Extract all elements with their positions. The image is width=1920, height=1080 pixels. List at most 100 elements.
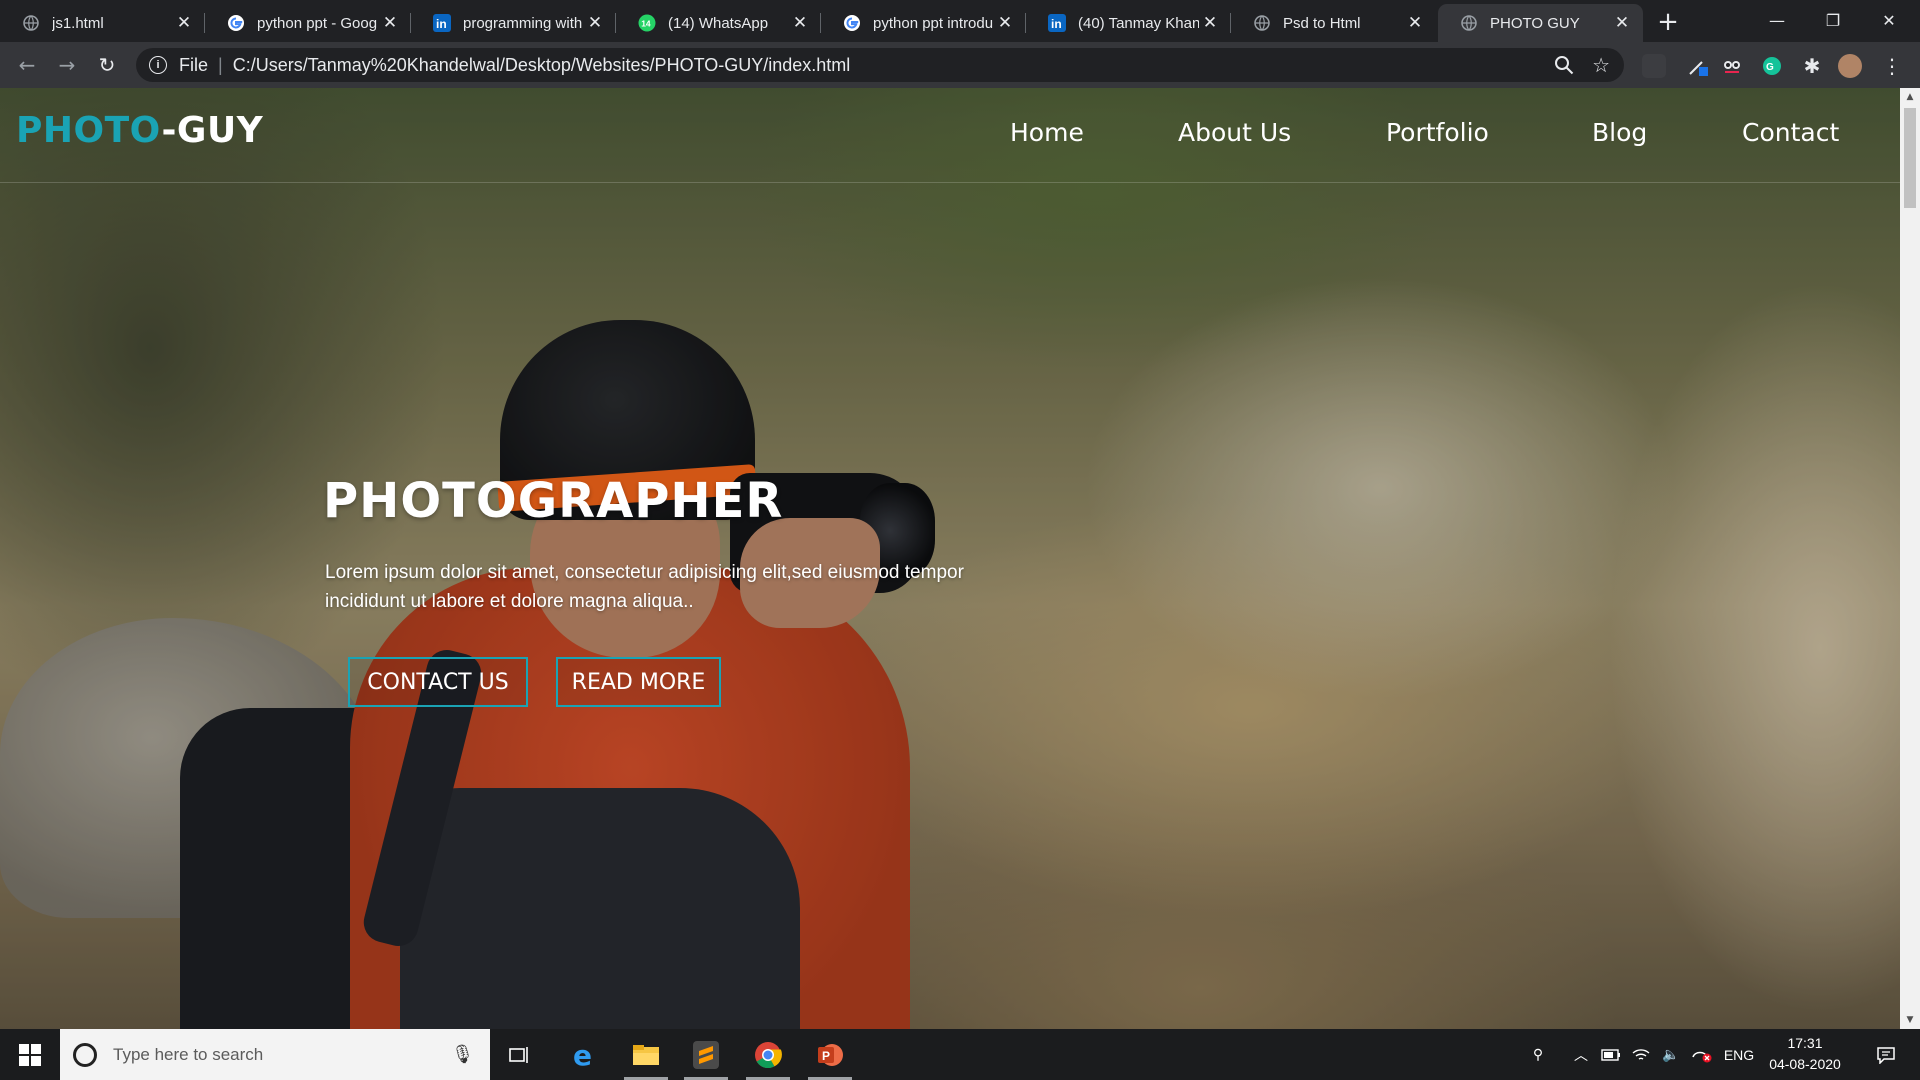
tab-python-ppt-google[interactable]: python ppt - Goog ✕ [205, 4, 411, 42]
forward-arrow-icon[interactable]: → [52, 50, 82, 80]
globe-icon [22, 14, 40, 32]
close-window-button[interactable]: ✕ [1862, 0, 1916, 40]
edge-browser-icon[interactable]: e [556, 1029, 612, 1080]
contact-us-button[interactable]: CONTACT US [348, 657, 528, 707]
back-arrow-icon[interactable]: ← [12, 50, 42, 80]
people-icon[interactable]: ⚲ [1522, 1029, 1554, 1080]
reload-icon[interactable]: ↻ [92, 50, 122, 80]
scroll-up-arrow-icon[interactable]: ▲ [1900, 88, 1920, 106]
scrollbar-thumb[interactable] [1904, 108, 1916, 208]
wifi-icon[interactable] [1628, 1029, 1654, 1080]
new-tab-button[interactable]: + [1654, 7, 1682, 37]
owl-extension-icon[interactable] [1720, 54, 1744, 78]
hero-title: PHOTOGRAPHER [323, 473, 784, 529]
windows-taskbar: Type here to search 🎙 e P ⚲ ︿ 🔈 ENG 17:3… [0, 1029, 1920, 1080]
taskbar-search-placeholder: Type here to search [113, 1044, 264, 1064]
tab-whatsapp[interactable]: 14 (14) WhatsApp ✕ [616, 4, 821, 42]
microphone-icon[interactable]: 🎙 [451, 1044, 474, 1065]
menu-kebab-icon[interactable]: ⋮ [1880, 54, 1904, 78]
task-view-icon[interactable] [492, 1029, 548, 1080]
tab-python-ppt-intro[interactable]: python ppt introdu ✕ [821, 4, 1026, 42]
svg-text:14: 14 [641, 19, 651, 29]
tab-title: python ppt - Goog [257, 14, 378, 32]
logo-part-photo: PHOTO [16, 110, 162, 151]
site-logo[interactable]: PHOTO-GUY [16, 110, 263, 151]
pen-extension-icon[interactable] [1686, 54, 1710, 78]
powerpoint-icon[interactable]: P [802, 1029, 858, 1080]
taskbar-search-box[interactable]: Type here to search 🎙 [60, 1029, 490, 1080]
close-tab-icon[interactable]: ✕ [379, 12, 401, 34]
read-more-button[interactable]: READ MORE [556, 657, 721, 707]
tab-psd-to-html[interactable]: Psd to Html ✕ [1231, 4, 1436, 42]
close-tab-icon[interactable]: ✕ [1611, 12, 1633, 34]
nav-contact[interactable]: Contact [1742, 118, 1839, 147]
svg-text:in: in [436, 17, 447, 31]
address-bar[interactable]: i File | C:/Users/Tanmay%20Khandelwal/De… [136, 48, 1624, 82]
close-tab-icon[interactable]: ✕ [789, 12, 811, 34]
clock-date: 04-08-2020 [1769, 1056, 1841, 1072]
profile-avatar[interactable] [1838, 54, 1862, 78]
sublime-text-icon[interactable] [678, 1029, 734, 1080]
tab-title: Psd to Html [1283, 14, 1361, 32]
close-tab-icon[interactable]: ✕ [994, 12, 1016, 34]
nav-blog[interactable]: Blog [1592, 118, 1647, 147]
browser-tab-strip: js1.html ✕ python ppt - Goog ✕ in progra… [0, 0, 1920, 42]
browser-toolbar: ← → ↻ i File | C:/Users/Tanmay%20Khandel… [0, 42, 1920, 88]
action-center-icon[interactable] [1866, 1029, 1906, 1080]
svg-text:G: G [1766, 62, 1774, 73]
grammar-extension-icon[interactable]: G [1760, 54, 1784, 78]
windows-start-icon[interactable] [0, 1029, 60, 1080]
tab-title: PHOTO GUY [1490, 14, 1580, 32]
hero-description: Lorem ipsum dolor sit amet, consectetur … [325, 562, 964, 612]
close-tab-icon[interactable]: ✕ [1404, 12, 1426, 34]
close-tab-icon[interactable]: ✕ [173, 12, 195, 34]
chrome-icon[interactable] [740, 1029, 796, 1080]
globe-icon [1253, 14, 1271, 32]
site-info-icon[interactable]: i [149, 56, 167, 74]
puzzle-extensions-icon[interactable]: ✱ [1800, 54, 1824, 78]
page-viewport: PHOTO-GUY Home About Us Portfolio Blog C… [0, 88, 1900, 1029]
nav-about-us[interactable]: About Us [1178, 118, 1291, 147]
file-explorer-icon[interactable] [618, 1029, 674, 1080]
whatsapp-icon: 14 [638, 14, 656, 32]
logo-part-guy: -GUY [161, 110, 264, 151]
volume-icon[interactable]: 🔈 [1658, 1029, 1684, 1080]
tab-title: (40) Tanmay Khand [1078, 14, 1199, 32]
tab-programming-with[interactable]: in programming with ✕ [411, 4, 616, 42]
battery-icon[interactable] [1598, 1029, 1624, 1080]
globe-icon [1460, 14, 1478, 32]
google-icon [843, 14, 861, 32]
input-language[interactable]: ENG [1720, 1029, 1758, 1080]
linkedin-icon: in [1048, 14, 1066, 32]
restore-button[interactable]: ❐ [1806, 0, 1860, 40]
tab-title: (14) WhatsApp [668, 14, 769, 32]
close-tab-icon[interactable]: ✕ [584, 12, 606, 34]
url-text[interactable]: C:/Users/Tanmay%20Khandelwal/Desktop/Web… [233, 55, 851, 76]
extension-dark-icon[interactable] [1642, 54, 1666, 78]
url-scheme-label: File [179, 54, 209, 75]
linkedin-icon: in [433, 14, 451, 32]
tab-title: js1.html [52, 14, 104, 32]
nav-home[interactable]: Home [1010, 118, 1084, 147]
close-tab-icon[interactable]: ✕ [1199, 12, 1221, 34]
tray-chevron-up-icon[interactable]: ︿ [1568, 1029, 1594, 1080]
svg-text:P: P [822, 1049, 830, 1063]
url-divider: | [218, 54, 223, 75]
tab-title: programming with [463, 14, 583, 32]
google-icon [227, 14, 245, 32]
nav-portfolio[interactable]: Portfolio [1386, 118, 1489, 147]
bookmark-star-icon[interactable]: ☆ [1592, 53, 1610, 78]
system-clock[interactable]: 17:31 04-08-2020 [1760, 1033, 1850, 1075]
tab-photo-guy[interactable]: PHOTO GUY ✕ [1438, 4, 1643, 42]
cortana-icon [73, 1042, 97, 1067]
minimize-button[interactable]: — [1750, 0, 1804, 40]
clock-time: 17:31 [1787, 1035, 1823, 1051]
tab-tanmay-khandelwal[interactable]: in (40) Tanmay Khand ✕ [1026, 4, 1231, 42]
scroll-down-arrow-icon[interactable]: ▼ [1900, 1011, 1920, 1029]
svg-text:in: in [1051, 17, 1062, 31]
network-warning-icon[interactable] [1688, 1029, 1716, 1080]
zoom-icon[interactable] [1554, 55, 1574, 75]
tab-js1[interactable]: js1.html ✕ [0, 4, 205, 42]
page-scrollbar[interactable]: ▲ ▼ [1900, 88, 1920, 1029]
site-header: PHOTO-GUY Home About Us Portfolio Blog C… [0, 88, 1900, 183]
